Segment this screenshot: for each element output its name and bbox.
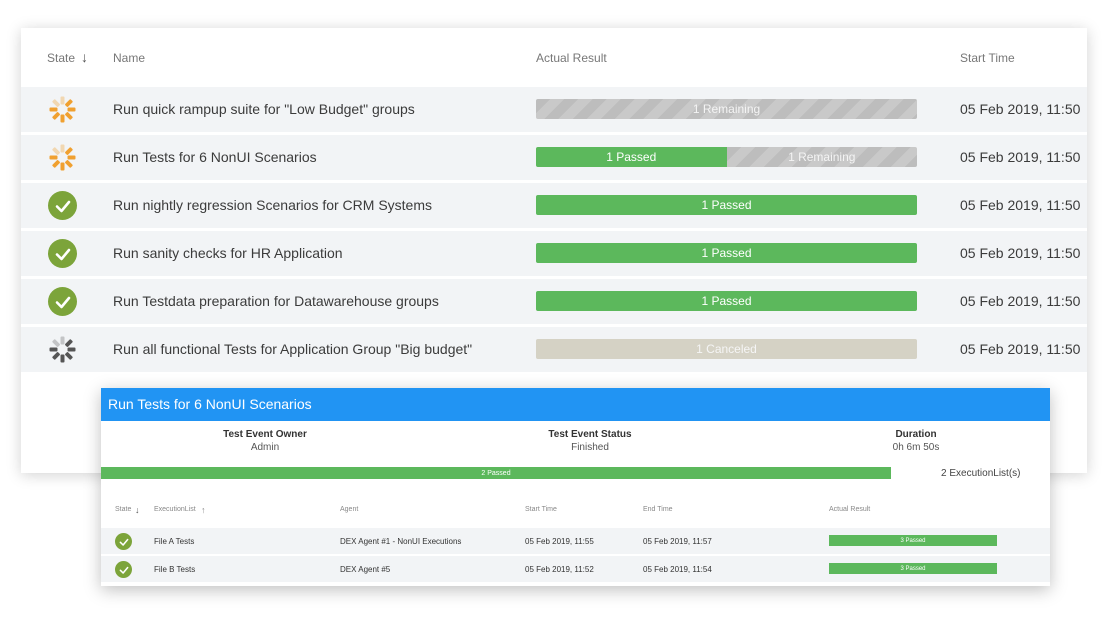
sub-sort-arrow-down-icon[interactable]: ↓ — [135, 505, 140, 515]
sub-start-time: 05 Feb 2019, 11:52 — [525, 565, 594, 574]
detail-progress-bar: 2 Passed — [101, 467, 891, 479]
result-bar: 1 Canceled — [536, 339, 917, 359]
sort-arrow-down-icon[interactable]: ↓ — [81, 49, 88, 65]
sub-result-bar: 3 Passed — [829, 563, 997, 574]
sub-header-agent[interactable]: Agent — [340, 506, 358, 513]
test-event-name[interactable]: Run Tests for 6 NonUI Scenarios — [113, 149, 317, 165]
result-segment-passed: 1 Passed — [536, 291, 917, 311]
start-time: 05 Feb 2019, 11:50 — [960, 101, 1081, 117]
result-bar: 1 Remaining — [536, 99, 917, 119]
sub-header-end-time[interactable]: End Time — [643, 506, 673, 513]
canceled-icon — [48, 335, 77, 364]
header-name[interactable]: Name — [113, 51, 145, 65]
test-event-name[interactable]: Run quick rampup suite for "Low Budget" … — [113, 101, 415, 117]
header-state[interactable]: State — [47, 51, 75, 65]
table-row[interactable]: Run nightly regression Scenarios for CRM… — [21, 183, 1087, 228]
table-row[interactable]: Run sanity checks for HR Application 1 Pa… — [21, 231, 1087, 276]
header-start-time[interactable]: Start Time — [960, 51, 1015, 65]
test-event-name[interactable]: Run Testdata preparation for Datawarehou… — [113, 293, 439, 309]
table-row[interactable]: Run quick rampup suite for "Low Budget" … — [21, 87, 1087, 132]
sub-header-execution-list[interactable]: ExecutionList — [154, 506, 196, 513]
header-actual-result[interactable]: Actual Result — [536, 51, 607, 65]
test-event-name[interactable]: Run nightly regression Scenarios for CRM… — [113, 197, 432, 213]
duration-label: Duration — [895, 429, 937, 440]
in-progress-icon — [48, 143, 77, 172]
agent-name: DEX Agent #5 — [340, 565, 391, 574]
test-event-detail-panel: Run Tests for 6 NonUI Scenarios Test Eve… — [101, 388, 1050, 586]
result-bar: 1 Passed — [536, 195, 917, 215]
in-progress-icon — [48, 95, 77, 124]
table-row[interactable]: Run all functional Tests for Application… — [21, 327, 1087, 372]
result-segment-passed: 1 Passed — [536, 243, 917, 263]
sub-end-time: 05 Feb 2019, 11:54 — [643, 565, 712, 574]
execution-list-name[interactable]: File B Tests — [154, 565, 195, 574]
result-segment-canceled: 1 Canceled — [536, 339, 917, 359]
sub-end-time: 05 Feb 2019, 11:57 — [643, 537, 712, 546]
start-time: 05 Feb 2019, 11:50 — [960, 245, 1081, 261]
owner-value: Admin — [250, 442, 280, 453]
result-segment-passed: 1 Passed — [536, 147, 727, 167]
execution-list-row[interactable]: File B Tests DEX Agent #5 05 Feb 2019, 11:… — [101, 556, 1050, 582]
start-time: 05 Feb 2019, 11:50 — [960, 149, 1081, 165]
sub-sort-arrow-up-icon[interactable]: ↑ — [201, 505, 206, 515]
sub-start-time: 05 Feb 2019, 11:55 — [525, 537, 594, 546]
detail-title: Run Tests for 6 NonUI Scenarios — [108, 396, 312, 412]
start-time: 05 Feb 2019, 11:50 — [960, 197, 1081, 213]
sub-header-start-time[interactable]: Start Time — [525, 506, 557, 513]
duration-value: 0h 6m 50s — [892, 442, 940, 453]
status-label: Test Event Status — [548, 429, 632, 440]
owner-label: Test Event Owner — [223, 429, 307, 440]
result-bar: 1 Passed 1 Remaining — [536, 147, 917, 167]
execution-list-name[interactable]: File A Tests — [154, 537, 194, 546]
agent-name: DEX Agent #1 - NonUI Executions — [340, 537, 462, 546]
start-time: 05 Feb 2019, 11:50 — [960, 341, 1081, 357]
checkmark-icon — [115, 561, 132, 578]
sub-result-bar: 3 Passed — [829, 535, 997, 546]
result-bar: 1 Passed — [536, 243, 917, 263]
sub-header-actual-result[interactable]: Actual Result — [829, 506, 870, 513]
checkmark-icon — [115, 533, 132, 550]
checkmark-icon — [48, 287, 77, 316]
table-header: State ↓ Name Actual Result Start Time — [21, 28, 1087, 86]
result-segment-passed: 1 Passed — [536, 195, 917, 215]
execution-list-count: 2 ExecutionList(s) — [941, 468, 1021, 479]
owner-summary: Test Event Owner Admin — [206, 429, 324, 453]
checkmark-icon — [48, 239, 77, 268]
table-row[interactable]: Run Tests for 6 NonUI Scenarios 1 Passed 1… — [21, 135, 1087, 180]
table-row[interactable]: Run Testdata preparation for Datawarehou… — [21, 279, 1087, 324]
checkmark-icon — [48, 191, 77, 220]
detail-progress-label: 2 Passed — [481, 469, 511, 477]
status-summary: Test Event Status Finished — [531, 429, 649, 453]
execution-list-row[interactable]: File A Tests DEX Agent #1 - NonUI Executi… — [101, 528, 1050, 554]
status-value: Finished — [571, 442, 609, 453]
sub-header-state[interactable]: State — [115, 506, 131, 513]
test-event-name[interactable]: Run all functional Tests for Application… — [113, 341, 472, 357]
start-time: 05 Feb 2019, 11:50 — [960, 293, 1081, 309]
duration-summary: Duration 0h 6m 50s — [857, 429, 975, 453]
detail-title-bar: Run Tests for 6 NonUI Scenarios — [101, 388, 1050, 421]
test-event-name[interactable]: Run sanity checks for HR Application — [113, 245, 343, 261]
result-segment-remaining: 1 Remaining — [726, 147, 917, 167]
result-bar: 1 Passed — [536, 291, 917, 311]
result-segment-remaining: 1 Remaining — [536, 99, 917, 119]
